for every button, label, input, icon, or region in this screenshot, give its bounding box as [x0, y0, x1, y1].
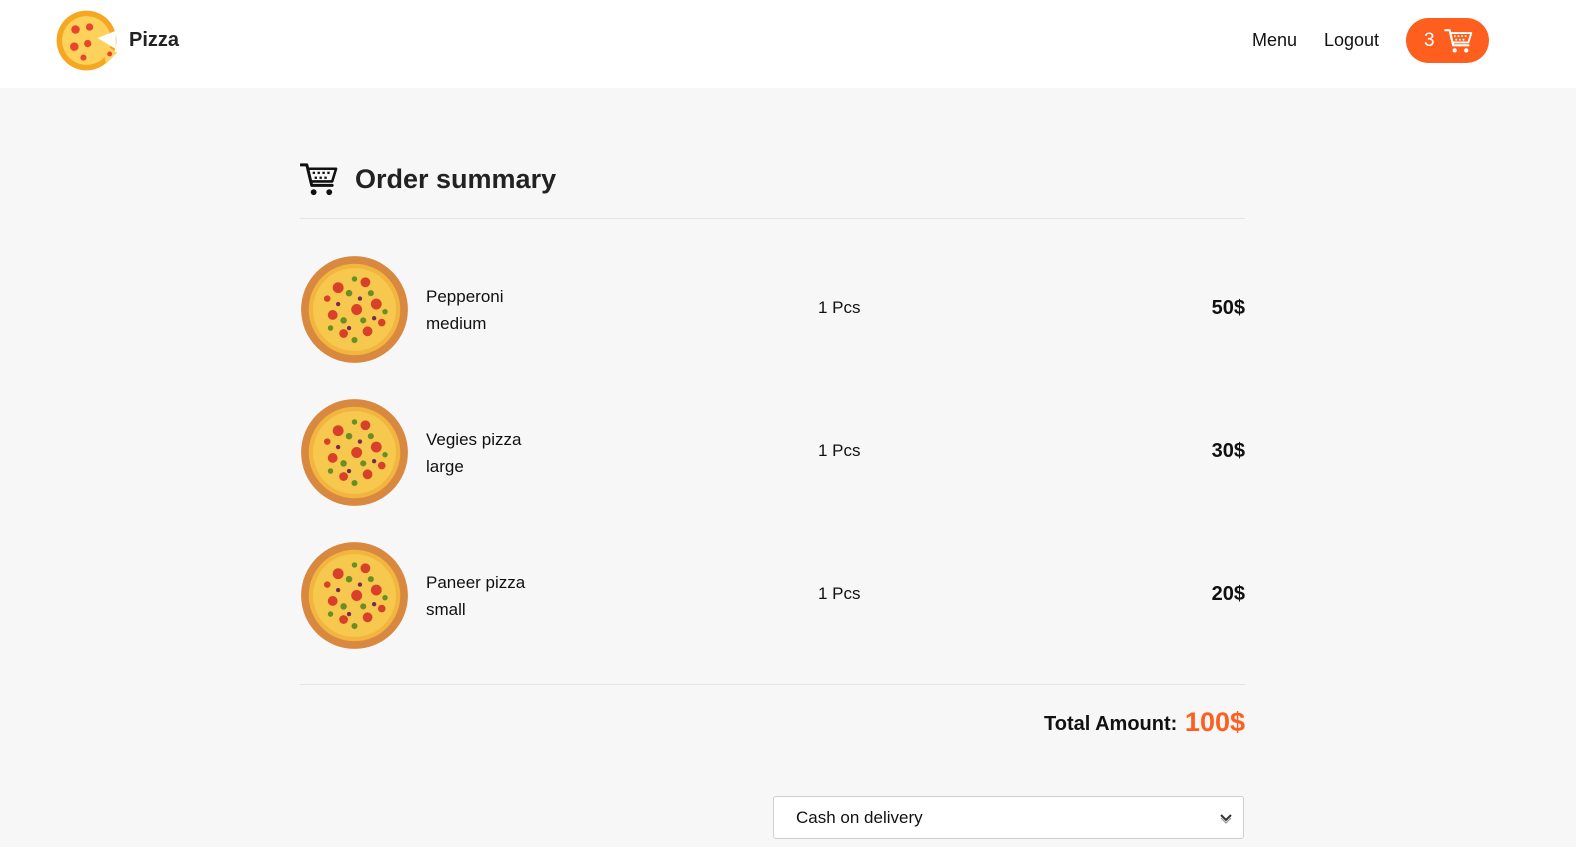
nav-menu-link[interactable]: Menu [1252, 30, 1297, 51]
item-price: 30$ [1211, 440, 1245, 462]
cart-icon [300, 161, 339, 198]
brand-name[interactable]: Pizza [129, 29, 179, 52]
navbar: Pizza Menu Logout 3 [0, 0, 1576, 88]
chevron-down-icon [1220, 814, 1232, 824]
item-size: large [426, 457, 464, 476]
pizza-image [300, 255, 409, 364]
cart-button[interactable]: 3 [1406, 18, 1489, 63]
order-item: Paneer pizza small 1 Pcs 20$ [300, 541, 1245, 651]
divider [300, 684, 1245, 685]
item-quantity: 1 Pcs [818, 298, 861, 317]
order-item: Vegies pizza large 1 Pcs 30$ [300, 398, 1245, 508]
item-price: 20$ [1211, 583, 1245, 605]
pizza-image [300, 541, 409, 650]
pizza-image [300, 398, 409, 507]
divider [300, 218, 1245, 219]
nav-logout-link[interactable]: Logout [1324, 30, 1379, 51]
item-size: medium [426, 314, 487, 333]
item-size: small [426, 600, 466, 619]
item-quantity: 1 Pcs [818, 584, 861, 603]
cart-icon [1444, 28, 1474, 54]
item-price: 50$ [1211, 297, 1245, 319]
item-name: Paneer pizza [426, 573, 526, 592]
order-item: Pepperoni medium 1 Pcs 50$ [300, 255, 1245, 365]
item-name: Vegies pizza [426, 430, 522, 449]
payment-method-select[interactable]: Cash on delivery [773, 796, 1244, 839]
cart-count-badge: 3 [1424, 30, 1435, 51]
total-amount-value: 100$ [1184, 707, 1245, 737]
payment-method-value: Cash on delivery [796, 808, 923, 827]
pizza-logo-icon[interactable] [56, 10, 117, 71]
item-name: Pepperoni [426, 287, 504, 306]
page-title: Order summary [355, 164, 557, 194]
total-amount-label: Total Amount: [1044, 713, 1178, 735]
item-quantity: 1 Pcs [818, 441, 861, 460]
